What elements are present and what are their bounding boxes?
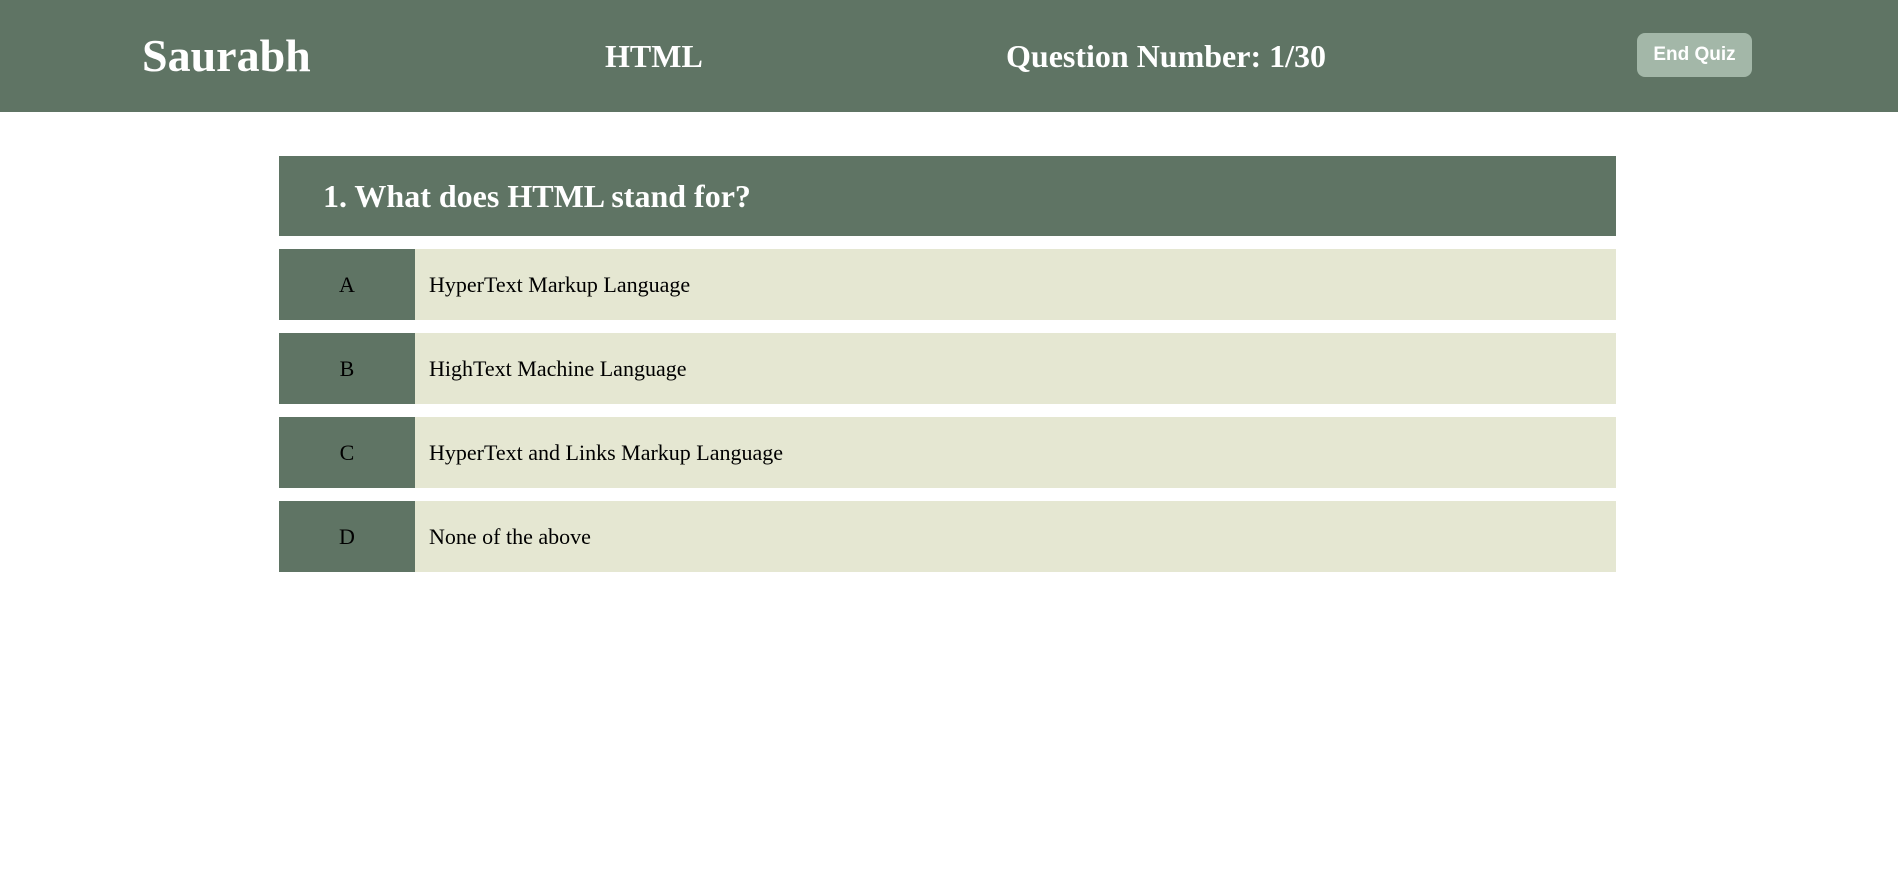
option-a[interactable]: A HyperText Markup Language — [279, 249, 1616, 320]
option-c[interactable]: C HyperText and Links Markup Language — [279, 417, 1616, 488]
option-text: HyperText and Links Markup Language — [429, 440, 784, 465]
quiz-subject: HTML — [605, 38, 703, 74]
end-quiz-button[interactable]: End Quiz — [1637, 33, 1752, 77]
option-letter: B — [279, 333, 415, 404]
question-counter: Question Number: 1/30 — [1006, 38, 1326, 74]
option-d[interactable]: D None of the above — [279, 501, 1616, 572]
username-title: Saurabh — [142, 30, 311, 81]
question-text: 1. What does HTML stand for? — [279, 156, 1616, 236]
option-letter: A — [279, 249, 415, 320]
option-letter: C — [279, 417, 415, 488]
options-list: A HyperText Markup Language B HighText M… — [279, 249, 1616, 585]
option-text: HighText Machine Language — [429, 356, 687, 381]
option-text: None of the above — [429, 524, 591, 549]
option-text: HyperText Markup Language — [429, 272, 691, 297]
quiz-header: Saurabh HTML Question Number: 1/30 End Q… — [0, 0, 1898, 112]
option-letter: D — [279, 501, 415, 572]
option-b[interactable]: B HighText Machine Language — [279, 333, 1616, 404]
